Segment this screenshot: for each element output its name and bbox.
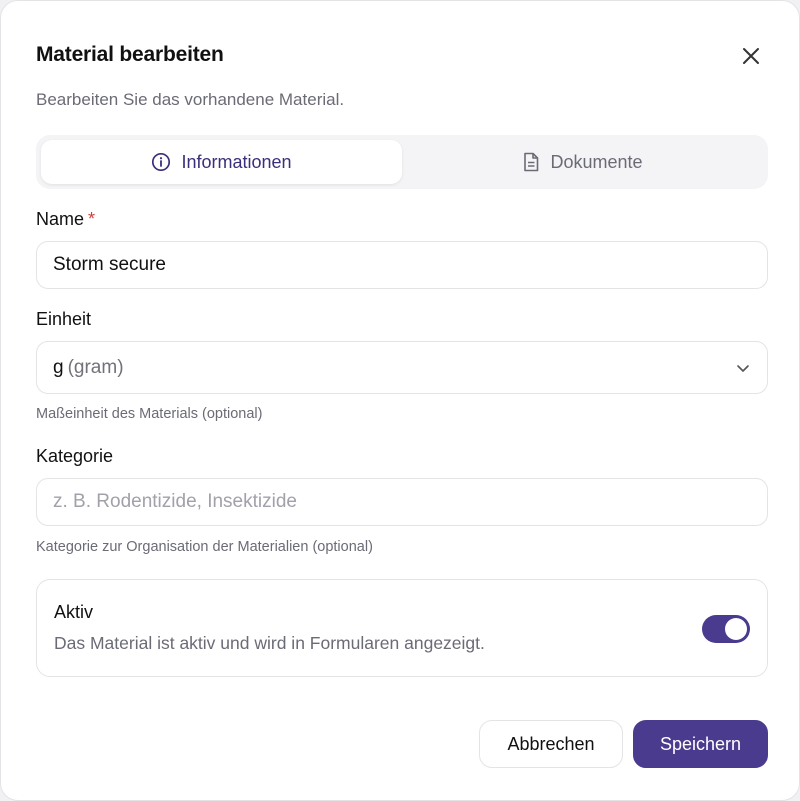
category-label: Kategorie [36,446,114,466]
name-input[interactable] [36,241,768,289]
unit-label: Einheit [36,309,92,329]
close-button[interactable] [735,40,767,72]
active-setting-card: Aktiv Das Material ist aktiv und wird in… [36,579,768,677]
dialog-subtitle: Bearbeiten Sie das vorhandene Material. [36,90,345,109]
tab-dokumente[interactable]: Dokumente [402,140,763,184]
unit-hint: Maßeinheit des Materials (optional) [36,406,263,422]
category-hint: Kategorie zur Organisation der Materiali… [36,539,373,555]
close-icon [743,48,759,64]
active-title: Aktiv [54,602,94,622]
chevron-down-icon [737,364,749,372]
name-label: Name * [36,209,96,229]
category-input[interactable] [36,478,768,526]
tab-list: Informationen Dokumente [36,135,768,189]
info-icon [152,152,171,172]
tab-label: Informationen [181,151,292,172]
required-mark: * [88,209,96,229]
save-button[interactable]: Speichern [633,720,768,768]
document-icon [524,152,539,172]
unit-selected-value: g (gram) [53,356,124,378]
edit-material-dialog: Material bearbeiten Bearbeiten Sie das v… [0,0,800,801]
active-description: Das Material ist aktiv und wird in Formu… [54,633,485,653]
active-toggle[interactable] [702,615,750,643]
dialog-title: Material bearbeiten [36,43,224,66]
tab-informationen[interactable]: Informationen [41,140,402,184]
cancel-button[interactable]: Abbrechen [479,720,623,768]
tab-label: Dokumente [550,151,643,172]
unit-select[interactable]: g (gram) [36,341,768,394]
toggle-knob [725,618,747,640]
